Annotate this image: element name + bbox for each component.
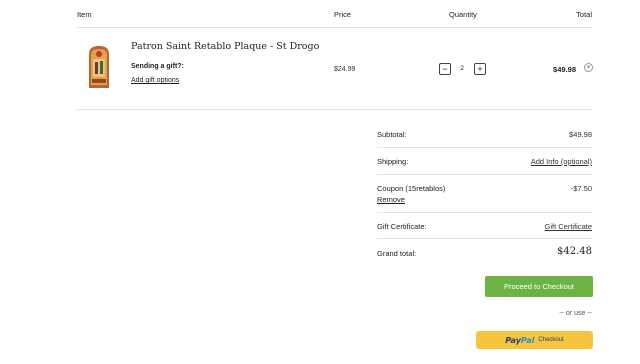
line-total: $49.98 (553, 65, 576, 74)
column-header-total: Total (576, 10, 592, 19)
paypal-logo: PayPal (505, 336, 534, 345)
paypal-checkout-button[interactable]: PayPal Checkout (476, 331, 593, 349)
header-divider (77, 27, 592, 28)
paypal-logo-pay: Pay (505, 335, 521, 345)
close-icon: × (586, 64, 591, 71)
summary-divider (377, 238, 593, 239)
column-header-price: Price (334, 10, 352, 19)
coupon-value: -$7.50 (570, 184, 592, 193)
summary-divider (377, 212, 593, 213)
grand-total-value: $42.48 (557, 246, 592, 257)
gift-question: Sending a gift?: (131, 63, 184, 70)
grand-total-label: Grand total: (377, 249, 417, 258)
column-header-quantity: Quantity (449, 10, 477, 19)
coupon-label: Coupon (15retablos) (377, 184, 446, 193)
product-thumbnail[interactable] (86, 44, 112, 90)
quantity-decrease-button[interactable]: − (439, 63, 451, 75)
plus-icon: + (477, 63, 483, 74)
or-use-divider: -- or use -- (559, 310, 592, 317)
item-divider (77, 109, 592, 110)
quantity-increase-button[interactable]: + (474, 63, 486, 75)
quantity-value[interactable]: 2 (457, 65, 467, 72)
remove-item-button[interactable]: × (584, 63, 593, 72)
subtotal-value: $49.98 (569, 130, 592, 139)
product-name[interactable]: Patron Saint Retablo Plaque - St Drogo (131, 41, 319, 52)
add-gift-options-link[interactable]: Add gift options (131, 77, 179, 84)
gift-certificate-link[interactable]: Gift Certificate (544, 222, 592, 231)
paypal-checkout-label: Checkout (538, 337, 564, 343)
retablo-plaque-image (89, 46, 109, 88)
paypal-logo-pal: Pal (520, 335, 535, 345)
summary-divider (377, 174, 593, 175)
summary-divider (377, 147, 593, 148)
shipping-add-info-link[interactable]: Add Info (optional) (531, 157, 592, 166)
column-header-item: Item (77, 10, 92, 19)
unit-price: $24.99 (334, 66, 356, 73)
shipping-label: Shipping: (377, 157, 409, 166)
minus-icon: − (442, 63, 448, 74)
coupon-remove-link[interactable]: Remove (377, 195, 405, 204)
proceed-to-checkout-button[interactable]: Proceed to Checkout (485, 276, 593, 297)
subtotal-label: Subtotal: (377, 130, 407, 139)
gift-certificate-label: Gift Certificate: (377, 222, 427, 231)
